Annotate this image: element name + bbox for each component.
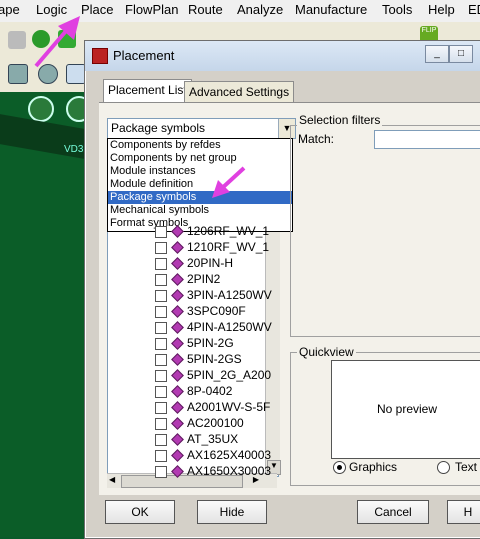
tree-row-label: AT_35UX — [187, 432, 239, 446]
tree-row-label: 3PIN-A1250WV — [187, 288, 272, 302]
quickview-preview: No preview — [331, 360, 480, 459]
row-checkbox[interactable] — [155, 242, 167, 254]
cancel-button[interactable]: Cancel — [357, 500, 429, 524]
tree-row-label: 4PIN-A1250WV — [187, 320, 272, 334]
preview-text: No preview — [376, 402, 438, 416]
tree-row-label: AX1625X40003 — [187, 448, 272, 462]
tree-row-label: 2PIN2 — [187, 272, 221, 286]
tree-row-label: 5PIN-2G — [187, 336, 234, 350]
tree-row-label: AX1650X30003 — [187, 464, 272, 478]
row-checkbox[interactable] — [155, 258, 167, 270]
row-checkbox[interactable] — [155, 290, 167, 302]
annotation-arrow-icon — [212, 166, 246, 198]
dropdown-option[interactable]: Components by refdes — [108, 139, 292, 152]
graphics-radio-label: Graphics — [349, 460, 398, 474]
row-checkbox[interactable] — [155, 434, 167, 446]
row-checkbox[interactable] — [155, 450, 167, 462]
menu-shape[interactable]: ape — [0, 2, 20, 17]
row-checkbox[interactable] — [155, 306, 167, 318]
row-checkbox[interactable] — [155, 338, 167, 350]
quickview-label: Quickview — [297, 345, 356, 359]
tab-placement-list[interactable]: Placement List — [103, 79, 192, 103]
text-radio-label: Text — [455, 460, 478, 474]
help-button[interactable]: H — [447, 500, 480, 524]
row-checkbox[interactable] — [155, 354, 167, 366]
download-icon[interactable] — [8, 31, 26, 49]
tree-row-label: 8P-0402 — [187, 384, 233, 398]
graphics-radio[interactable] — [333, 461, 346, 474]
tree-row-label: A2001WV-S-5F — [187, 400, 271, 414]
row-checkbox[interactable] — [155, 226, 167, 238]
tree-row-label: 3SPC090F — [187, 304, 246, 318]
tree-row-label: 5PIN-2GS — [187, 352, 242, 366]
text-radio[interactable] — [437, 461, 450, 474]
selection-filters-label: Selection filters — [297, 113, 383, 127]
annotation-arrow-icon — [34, 16, 80, 68]
dropdown-option-selected[interactable]: Package symbols — [108, 191, 292, 204]
selection-filters-group — [290, 125, 480, 337]
row-checkbox[interactable] — [155, 466, 167, 478]
menu-help[interactable]: Help — [428, 2, 455, 17]
refdes-label: VD3 — [64, 144, 84, 155]
dialog-titlebar[interactable]: Placement _ □ — [85, 41, 480, 71]
tree-row-label: 5PIN_2G_A200 — [187, 368, 272, 382]
tree-vertical-scrollbar[interactable]: ▼ — [265, 221, 281, 475]
row-checkbox[interactable] — [155, 418, 167, 430]
tree-row-label: AC200100 — [187, 416, 244, 430]
tab-advanced-settings[interactable]: Advanced Settings — [184, 81, 295, 102]
combo-value: Package symbols — [111, 121, 206, 135]
placement-dialog: Placement _ □ Placement List Advanced Se… — [84, 40, 480, 539]
list-type-dropdown: Components by refdes Components by net g… — [107, 138, 293, 232]
row-checkbox[interactable] — [155, 370, 167, 382]
menu-ed[interactable]: ED — [468, 2, 480, 17]
scroll-left-icon[interactable]: ◀ — [109, 475, 115, 484]
tree-row-label: 20PIN-H — [187, 256, 234, 270]
tree-row-label: 1206RF_WV_1 — [187, 224, 270, 238]
maximize-button[interactable]: □ — [449, 45, 473, 63]
row-checkbox[interactable] — [155, 402, 167, 414]
dropdown-option[interactable]: Module definition — [108, 178, 292, 191]
menu-manufacture[interactable]: Manufacture — [295, 2, 367, 17]
menu-route[interactable]: Route — [188, 2, 223, 17]
list-type-combo[interactable]: Package symbols ▼ — [107, 118, 296, 139]
match-label: Match: — [298, 132, 335, 146]
match-input[interactable] — [374, 130, 480, 149]
dropdown-option[interactable]: Components by net group — [108, 152, 292, 165]
dropdown-option[interactable]: Module instances — [108, 165, 292, 178]
rect-icon[interactable] — [8, 64, 28, 84]
row-checkbox[interactable] — [155, 322, 167, 334]
menu-flowplan[interactable]: FlowPlan — [125, 2, 178, 17]
dialog-title: Placement — [113, 48, 175, 63]
pad-icon — [28, 96, 54, 122]
row-checkbox[interactable] — [155, 274, 167, 286]
hide-button[interactable]: Hide — [197, 500, 267, 524]
row-checkbox[interactable] — [155, 386, 167, 398]
minimize-button[interactable]: _ — [425, 45, 449, 63]
ok-button[interactable]: OK — [105, 500, 175, 524]
menu-tools[interactable]: Tools — [382, 2, 412, 17]
pcb-canvas[interactable]: VD3 — [0, 92, 92, 537]
tree-row-label: 1210RF_WV_1 — [187, 240, 270, 254]
menu-analyze[interactable]: Analyze — [237, 2, 283, 17]
dropdown-option[interactable]: Mechanical symbols — [108, 204, 292, 217]
app-logo-icon — [92, 48, 108, 64]
